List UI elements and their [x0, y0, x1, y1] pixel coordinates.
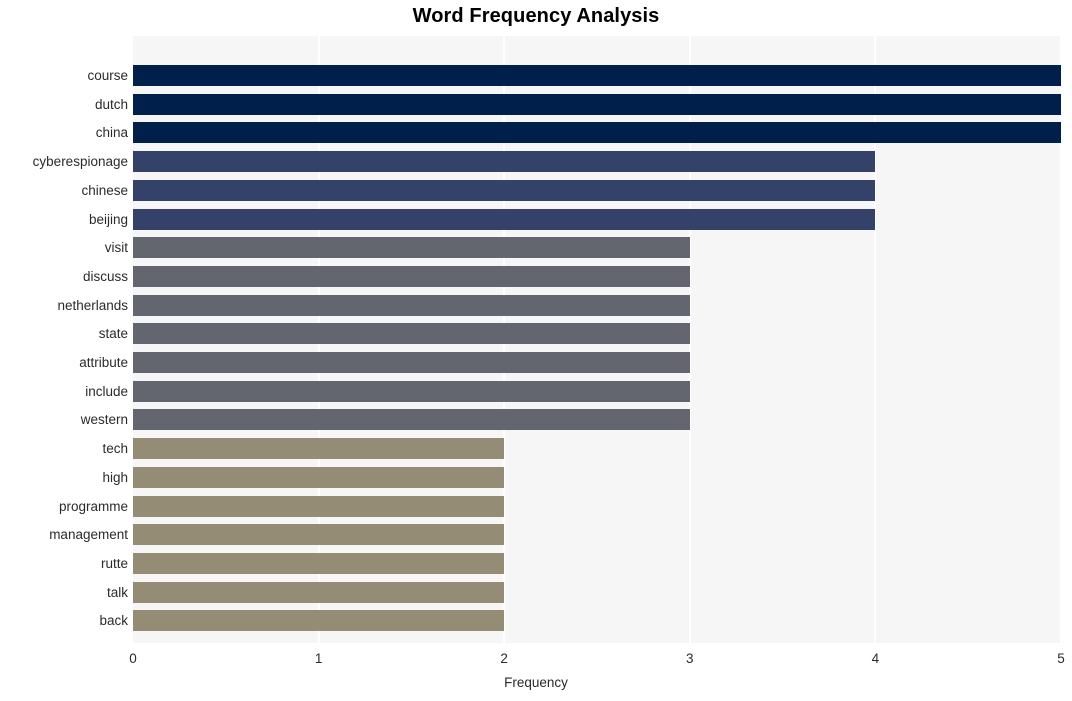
y-axis-label-chinese: chinese — [81, 182, 128, 198]
y-axis-label-beijing: beijing — [88, 211, 128, 227]
chart-title: Word Frequency Analysis — [412, 5, 660, 27]
word-frequency-bar-chart: Word Frequency Analysis course dutch china… — [0, 0, 1072, 701]
bar-western — [133, 409, 690, 431]
bar-tech — [133, 438, 505, 460]
x-tick-5: 5 — [1057, 651, 1065, 666]
bar-rutte — [133, 552, 505, 574]
y-axis-label-state: state — [98, 326, 128, 342]
bar-row — [133, 610, 1061, 632]
bar-row — [133, 179, 1061, 201]
x-tick-0: 0 — [129, 651, 137, 666]
y-axis-label-rutte: rutte — [100, 555, 128, 571]
bar-attribute — [133, 352, 690, 373]
bar-netherlands — [133, 294, 690, 316]
bar-row — [133, 93, 1061, 115]
y-axis-label-high: high — [102, 469, 128, 485]
bar-row — [133, 438, 1061, 460]
bar-state — [133, 323, 690, 345]
bar-beijing — [133, 208, 876, 230]
x-tick-1: 1 — [314, 651, 323, 666]
bar-row — [133, 151, 1061, 173]
bar-programme — [133, 495, 505, 517]
y-axis-label-china: china — [95, 125, 128, 141]
bar-include — [133, 380, 690, 402]
x-axis-title: Frequency — [504, 675, 568, 690]
y-axis-label-visit: visit — [104, 240, 128, 256]
bar-course — [133, 65, 1061, 86]
bar-row — [133, 122, 1061, 144]
y-axis-label-programme: programme — [58, 498, 128, 514]
bar-row — [133, 409, 1061, 431]
x-tick-3: 3 — [686, 651, 694, 666]
bar-row — [133, 552, 1061, 574]
bars-layer — [133, 36, 1061, 643]
bar-high — [133, 466, 505, 488]
y-axis-label-management: management — [49, 527, 128, 543]
bar-talk — [133, 581, 505, 603]
y-axis-label-tech: tech — [102, 441, 128, 457]
y-axis-label-attribute: attribute — [79, 355, 128, 370]
bar-row — [133, 208, 1061, 230]
bar-row — [133, 581, 1061, 603]
bar-management — [133, 524, 505, 546]
y-axis-label-netherlands: netherlands — [57, 297, 128, 313]
x-axis-tick-labels: 0 1 2 3 4 5 — [0, 651, 1072, 671]
bar-row — [133, 323, 1061, 345]
bar-chinese — [133, 179, 876, 201]
bar-back — [133, 610, 505, 632]
y-axis-label-discuss: discuss — [82, 268, 128, 284]
bar-visit — [133, 237, 690, 259]
y-axis-label-back: back — [99, 613, 128, 629]
bar-row — [133, 237, 1061, 259]
x-tick-2: 2 — [500, 651, 508, 666]
bar-row — [133, 265, 1061, 287]
bar-row — [133, 380, 1061, 402]
bar-row — [133, 466, 1061, 488]
bar-cyberespionage — [133, 151, 876, 173]
y-axis-label-dutch: dutch — [94, 96, 128, 112]
y-axis-category-labels: course dutch china cyberespionage chinese bei… — [0, 36, 128, 643]
bar-row — [133, 495, 1061, 517]
bar-row — [133, 294, 1061, 316]
y-axis-label-talk: talk — [106, 584, 128, 600]
bar-row — [133, 524, 1061, 546]
bar-discuss — [133, 265, 690, 287]
y-axis-label-include: include — [85, 383, 128, 399]
y-axis-label-cyberespionage: cyberespionage — [32, 154, 128, 170]
plot-area — [133, 36, 1062, 643]
y-axis-label-western: western — [80, 412, 128, 428]
bar-china — [133, 122, 1061, 144]
x-tick-4: 4 — [871, 651, 880, 666]
bar-row — [133, 65, 1061, 86]
bar-row — [133, 352, 1061, 373]
y-axis-label-course: course — [87, 68, 128, 83]
bar-dutch — [133, 93, 1061, 115]
